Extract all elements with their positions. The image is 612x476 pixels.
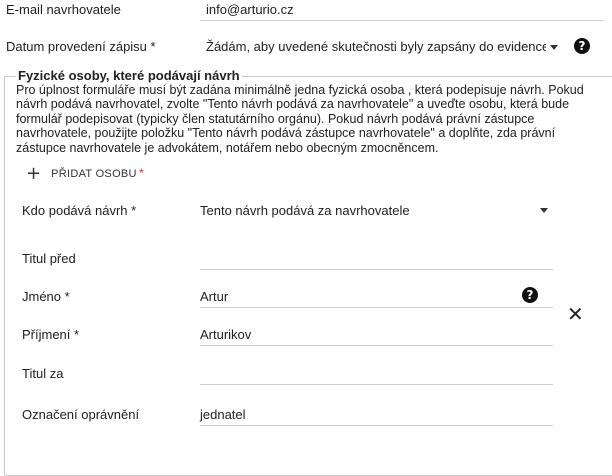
email-underline: [200, 20, 604, 21]
add-person-button[interactable]: + PŘIDAT OSOBU: [26, 164, 137, 184]
add-person-label: PŘIDAT OSOBU: [51, 168, 137, 180]
datum-select[interactable]: Žádám, aby uvedené skutečnosti byly zaps…: [200, 30, 566, 62]
plus-icon: +: [26, 163, 42, 184]
prijmeni-label: Příjmení *: [22, 327, 80, 342]
opravneni-label: Označení oprávnění: [22, 407, 140, 422]
kdo-label: Kdo podává návrh *: [22, 203, 137, 218]
titul-za-label: Titul za: [22, 366, 64, 381]
email-label: E-mail navrhovatele: [6, 2, 121, 17]
jmeno-label: Jméno *: [22, 289, 70, 304]
jmeno-underline: [200, 307, 553, 308]
close-icon[interactable]: ✕: [567, 304, 584, 324]
help-circle-icon[interactable]: ?: [522, 287, 538, 303]
datum-selected-value: Žádám, aby uvedené skutečnosti byly zaps…: [206, 39, 546, 54]
titul-za-input[interactable]: [200, 366, 550, 382]
required-mark: *: [139, 166, 144, 180]
datum-label: Datum provedení zápisu *: [6, 39, 156, 54]
titul-pred-input[interactable]: [200, 251, 550, 267]
email-value[interactable]: info@arturio.cz: [206, 2, 294, 17]
opravneni-underline: [200, 425, 553, 426]
kdo-selected-value: Tento návrh podává za navrhovatele: [200, 203, 410, 218]
help-circle-icon[interactable]: ?: [574, 38, 590, 54]
section-description: Pro úplnost formuláře musí být zadána mi…: [16, 83, 584, 155]
chevron-down-icon: [540, 208, 548, 213]
section-title: Fyzické osoby, které podávají návrh: [16, 68, 242, 83]
kdo-select[interactable]: Tento návrh podává za navrhovatele: [194, 194, 554, 224]
opravneni-input[interactable]: jednatel: [200, 407, 550, 422]
chevron-down-icon: [550, 45, 558, 50]
titul-pred-label: Titul před: [22, 251, 76, 266]
prijmeni-input[interactable]: Arturikov: [200, 327, 550, 342]
titul-za-underline: [200, 384, 553, 385]
prijmeni-underline: [200, 345, 553, 346]
titul-pred-underline: [200, 269, 553, 270]
jmeno-input[interactable]: Artur: [200, 289, 500, 304]
